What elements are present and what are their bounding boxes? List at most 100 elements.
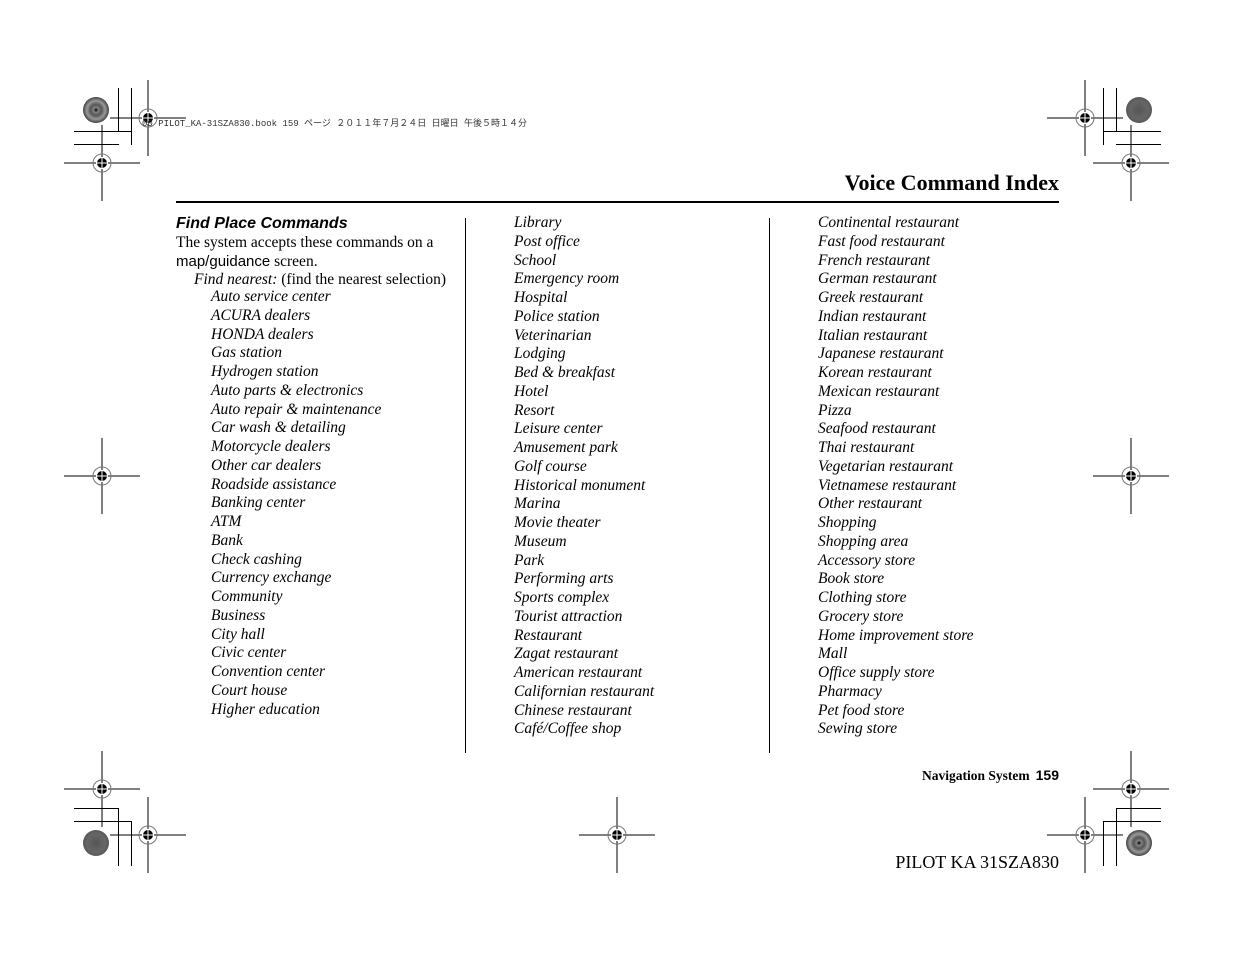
footer-section: Navigation System 159	[922, 767, 1059, 784]
command-item: Roadside assistance	[211, 475, 337, 493]
section-heading: Find Place Commands	[176, 215, 348, 232]
command-item: Korean restaurant	[818, 364, 932, 381]
command-item: ATM	[211, 513, 242, 530]
command-item: Other restaurant	[818, 495, 923, 513]
command-item: ACURA dealers	[211, 306, 311, 324]
command-item: Historical monument	[514, 476, 646, 494]
slug-line: 00 PILOT_KA-31SZA830.book 159 ページ ２０１１年７…	[142, 119, 528, 129]
command-item: Resort	[514, 401, 555, 419]
command-item: Higher education	[211, 700, 320, 718]
halftone-disc-icon	[83, 97, 109, 123]
command-item: Vietnamese restaurant	[818, 476, 957, 494]
command-item: French restaurant	[818, 251, 931, 269]
command-item: Chinese restaurant	[514, 701, 632, 719]
command-item: Pet food store	[818, 701, 905, 719]
command-item: Emergency room	[514, 270, 620, 288]
command-item: Gas station	[211, 344, 283, 362]
command-item: Check cashing	[211, 550, 302, 568]
command-item: Auto service center	[211, 288, 331, 305]
command-item: American restaurant	[514, 664, 643, 681]
command-item: Restaurant	[514, 626, 583, 644]
command-item: Performing arts	[514, 570, 614, 588]
command-item: Hydrogen station	[211, 363, 319, 380]
command-item: Seafood restaurant	[818, 420, 936, 438]
halftone-disc-icon	[1126, 830, 1152, 856]
page-number: 159	[1035, 767, 1059, 783]
command-item: Zagat restaurant	[514, 645, 619, 663]
registration-mark-icon	[64, 125, 140, 201]
registration-mark-icon	[110, 797, 186, 873]
command-item: Veterinarian	[514, 326, 592, 344]
command-item: Motorcycle dealers	[211, 438, 331, 455]
command-item: Car wash & detailing	[211, 419, 346, 437]
command-item: Continental restaurant	[818, 214, 960, 231]
command-item: Tourist attraction	[514, 607, 623, 625]
command-item: Civic center	[211, 644, 287, 662]
column-divider	[465, 218, 466, 753]
command-item: Hospital	[514, 289, 568, 306]
command-item: Thai restaurant	[818, 439, 915, 456]
command-item: City hall	[211, 625, 265, 643]
registration-mark-icon	[64, 438, 140, 514]
command-item: Movie theater	[514, 514, 601, 531]
command-item: Other car dealers	[211, 456, 322, 474]
command-item: Sewing store	[818, 720, 898, 738]
command-item: Californian restaurant	[514, 682, 655, 700]
column-1: Find Place Commands The system accepts t…	[176, 214, 466, 719]
command-item: Pizza	[818, 401, 852, 419]
command-list: Library Post office School Emergency room Ho…	[514, 214, 654, 739]
command-item: German restaurant	[818, 270, 937, 288]
command-item: Banking center	[211, 494, 306, 512]
page-title: Voice Command Index	[844, 170, 1059, 195]
command-item: Accessory store	[818, 551, 916, 569]
command-item: Italian restaurant	[818, 326, 928, 344]
command-item: Japanese restaurant	[818, 345, 944, 363]
command-item: Indian restaurant	[818, 307, 927, 325]
command-item: Auto parts & electronics	[211, 381, 364, 399]
command-item: Mall	[818, 645, 848, 663]
command-item: Business	[211, 606, 266, 624]
find-nearest-desc: (find the nearest selection)	[277, 271, 447, 288]
command-list: Continental restaurant Fast food restaura…	[818, 214, 974, 739]
command-item: Lodging	[514, 345, 566, 363]
command-item: Pharmacy	[818, 682, 882, 700]
registration-mark-icon	[1093, 438, 1169, 514]
command-item: Vegetarian restaurant	[818, 457, 954, 475]
command-item: Police station	[514, 307, 600, 325]
command-item: Marina	[514, 495, 561, 513]
command-item: Grocery store	[818, 607, 904, 625]
command-item: Court house	[211, 681, 288, 699]
command-item: Museum	[514, 532, 567, 550]
footer-section-name: Navigation System	[922, 768, 1030, 783]
section-intro: The system accepts these commands on a m…	[176, 234, 466, 271]
intro-text-end: screen.	[270, 252, 318, 270]
command-item: Currency exchange	[211, 569, 332, 587]
command-item: Greek restaurant	[818, 289, 924, 306]
command-item: Community	[211, 588, 283, 605]
command-item: Fast food restaurant	[818, 232, 945, 250]
command-item: Hotel	[514, 382, 549, 400]
command-item: Home improvement store	[818, 626, 974, 644]
command-item: Golf course	[514, 457, 587, 475]
gray-disc-icon	[1126, 97, 1152, 123]
command-item: Book store	[818, 570, 885, 588]
book-code: PILOT KA 31SZA830	[895, 852, 1059, 872]
command-item: Sports complex	[514, 589, 610, 606]
command-item: Clothing store	[818, 589, 907, 606]
command-item: Office supply store	[818, 664, 935, 681]
command-item: HONDA dealers	[211, 325, 314, 343]
command-item: Auto repair & maintenance	[211, 400, 382, 418]
column-divider	[769, 218, 770, 753]
command-item: Bed & breakfast	[514, 364, 616, 381]
find-nearest-line: Find nearest: (find the nearest selectio…	[176, 271, 466, 288]
command-list: Auto service center ACURA dealers HONDA de…	[176, 288, 466, 719]
intro-screen-name: map/guidance	[176, 252, 271, 270]
command-item: Library	[514, 214, 562, 231]
intro-text: The system accepts these commands on a	[176, 234, 434, 251]
command-item: Shopping	[818, 514, 877, 531]
command-item: Bank	[211, 531, 243, 549]
registration-mark-icon	[1093, 125, 1169, 201]
command-item: Post office	[514, 232, 580, 250]
command-item: School	[514, 251, 557, 269]
gray-disc-icon	[83, 830, 109, 856]
